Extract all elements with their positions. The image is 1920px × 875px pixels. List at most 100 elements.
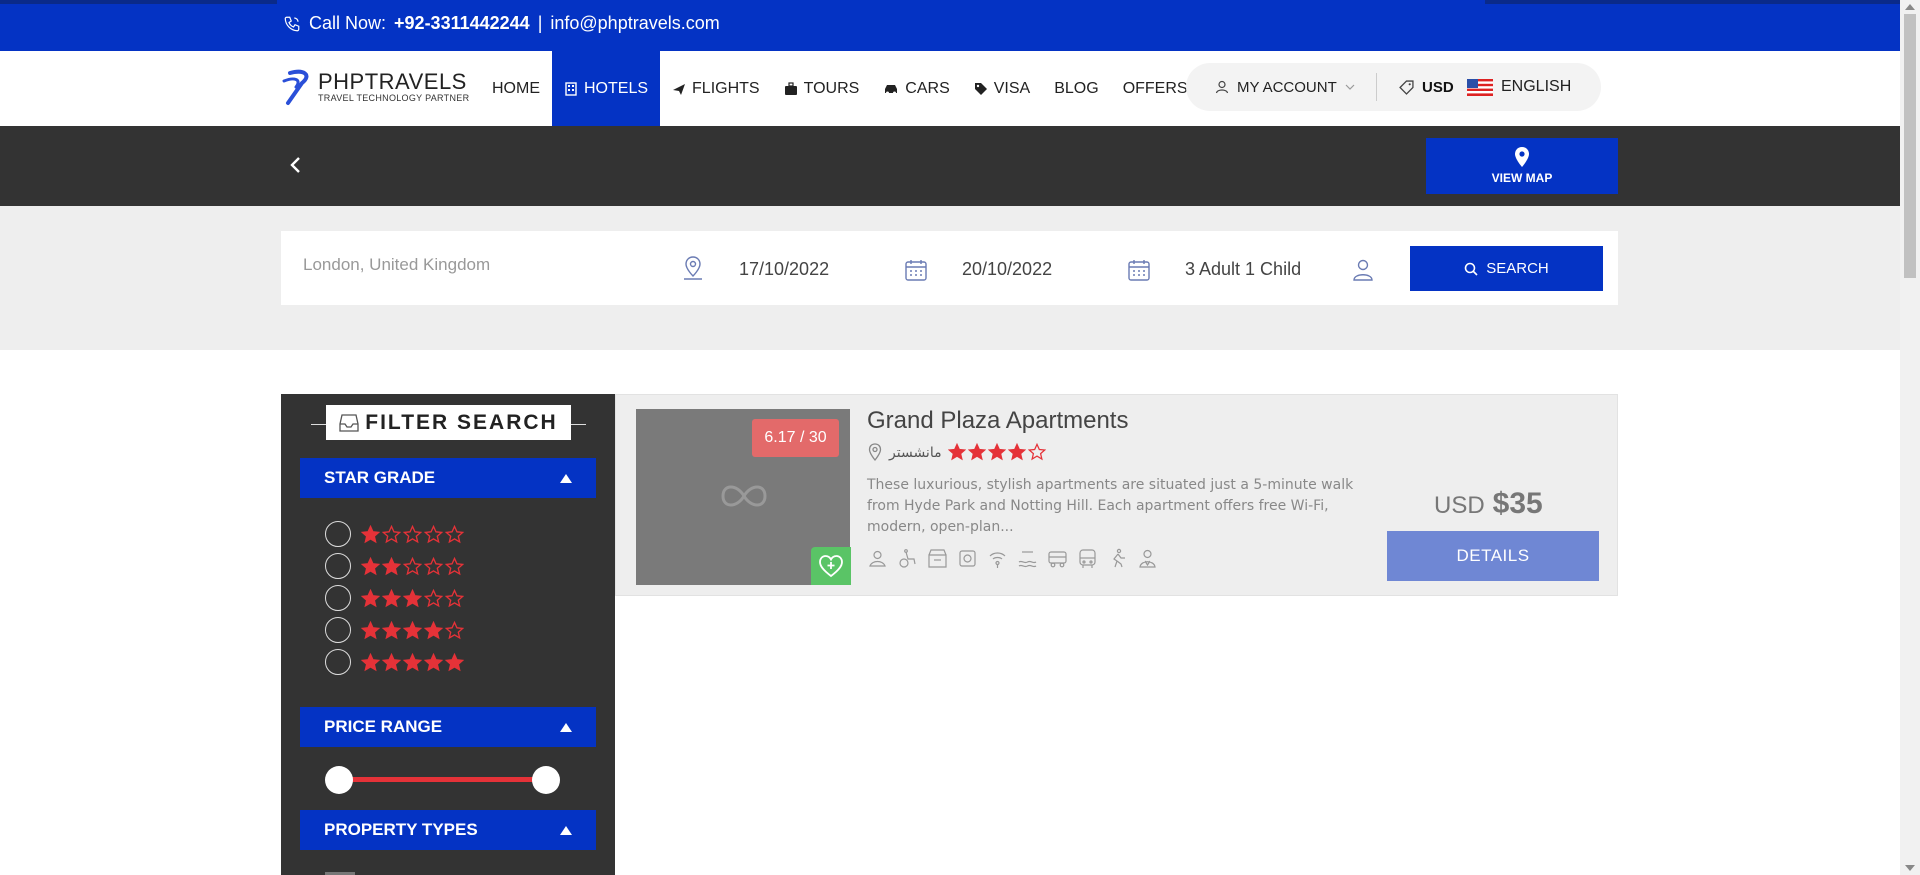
star-grade-stars	[361, 620, 464, 640]
star-grade-option-4[interactable]	[325, 615, 464, 645]
heart-plus-icon	[819, 555, 843, 578]
star-grade-stars	[361, 524, 464, 544]
star-filled-icon	[403, 588, 422, 607]
menu-tours-label: TOURS	[803, 79, 860, 97]
menu-visa-label: VISA	[993, 79, 1031, 97]
email-link[interactable]: info@phptravels.com	[550, 13, 719, 34]
menu-item-visa[interactable]: VISA	[962, 51, 1042, 126]
tag-icon	[974, 82, 987, 95]
hotel-image[interactable]: 6.17 / 30	[636, 409, 851, 585]
star-grade-radio[interactable]	[325, 617, 351, 643]
bus-icon	[1079, 549, 1096, 568]
star-filled-icon	[382, 588, 401, 607]
currency-selector[interactable]: USD	[1377, 79, 1467, 96]
details-button[interactable]: DETAILS	[1387, 531, 1599, 581]
logo-name: PHPTRAVELS	[318, 68, 467, 94]
star-grade-radio[interactable]	[325, 649, 351, 675]
contact-info: Call Now: +92-3311442244 | info@phptrave…	[283, 13, 720, 34]
star-filled-icon	[361, 524, 380, 543]
menu-item-hotels[interactable]: HOTELS	[552, 51, 661, 126]
scrollbar-thumb[interactable]	[1904, 14, 1916, 278]
site-logo[interactable]: PHPTRAVELS TRAVEL TECHNOLOGY PARTNER	[280, 67, 469, 107]
topbar-edge-right	[1485, 0, 1900, 4]
fitness-icon	[1113, 548, 1125, 568]
star-grade-stars	[361, 588, 464, 608]
page-scrollbar[interactable]	[1900, 0, 1920, 875]
hotel-search-form: London, United Kingdom 17/10/2022 20/10/…	[281, 231, 1618, 305]
star-grade-option-2[interactable]	[325, 551, 464, 581]
price-range-label: PRICE RANGE	[324, 717, 443, 736]
star-grade-radio[interactable]	[325, 521, 351, 547]
topbar-edge-left	[0, 0, 277, 4]
chevron-left-icon[interactable]	[286, 153, 306, 177]
safe-icon	[959, 550, 976, 567]
star-outline-icon	[445, 620, 464, 639]
tag-outline-icon	[1399, 79, 1414, 95]
concierge-icon	[1139, 549, 1156, 568]
checkin-date-input[interactable]: 17/10/2022	[739, 259, 829, 280]
menu-item-blog[interactable]: BLOG	[1042, 51, 1110, 126]
us-flag-icon	[1467, 78, 1493, 96]
star-grade-option-3[interactable]	[325, 583, 464, 613]
star-outline-icon	[382, 524, 401, 543]
property-types-header[interactable]: PROPERTY TYPES	[300, 810, 596, 850]
star-outline-icon	[445, 524, 464, 543]
scroll-up-arrow-icon[interactable]	[1905, 4, 1915, 10]
wheelchair-icon	[899, 549, 916, 568]
my-account-dropdown[interactable]: MY ACCOUNT	[1186, 79, 1376, 96]
location-input[interactable]: London, United Kingdom	[303, 255, 490, 275]
location-pin-icon	[868, 443, 882, 461]
star-grade-radio[interactable]	[325, 585, 351, 611]
pool-icon	[1018, 551, 1037, 568]
search-band: London, United Kingdom 17/10/2022 20/10/…	[0, 206, 1900, 350]
phone-number[interactable]: +92-3311442244	[394, 13, 530, 34]
star-filled-icon	[382, 556, 401, 575]
menu-item-cars[interactable]: CARS	[871, 51, 961, 126]
menu-item-home[interactable]: HOME	[480, 51, 552, 126]
calendar-icon[interactable]	[1127, 257, 1151, 283]
star-filled-icon	[947, 443, 966, 461]
guests-input[interactable]: 3 Adult 1 Child	[1185, 259, 1301, 280]
star-grade-option-1[interactable]	[325, 519, 464, 549]
user-icon	[1215, 80, 1229, 94]
hotel-location-row: مانشستر	[867, 443, 1046, 461]
calendar-icon[interactable]	[904, 257, 928, 283]
star-grade-radio[interactable]	[325, 553, 351, 579]
price-range-slider[interactable]	[325, 765, 560, 795]
suitcase-icon	[784, 81, 797, 95]
language-selector[interactable]: ENGLISH	[1467, 78, 1571, 96]
hotel-title[interactable]: Grand Plaza Apartments	[867, 407, 1128, 435]
star-grade-label: STAR GRADE	[324, 468, 436, 487]
filter-sidebar: FILTER SEARCH STAR GRADE PRICE RANGE PRO…	[281, 394, 615, 875]
filter-header: FILTER SEARCH	[281, 394, 615, 444]
logo-tagline: TRAVEL TECHNOLOGY PARTNER	[318, 92, 470, 103]
price-min-handle[interactable]	[325, 766, 353, 794]
my-account-label: MY ACCOUNT	[1237, 78, 1337, 96]
menu-item-flights[interactable]: FLIGHTS	[660, 51, 772, 126]
star-filled-icon	[361, 556, 380, 575]
main-menu: HOME HOTELS FLIGHTS TOURS CARS VISA BLOG…	[480, 51, 1200, 126]
rating-badge: 6.17 / 30	[752, 419, 839, 457]
view-map-button[interactable]: VIEW MAP	[1426, 138, 1618, 194]
star-filled-icon	[382, 652, 401, 671]
star-grade-option-5[interactable]	[325, 647, 464, 677]
main-navbar: PHPTRAVELS TRAVEL TECHNOLOGY PARTNER HOM…	[0, 51, 1900, 126]
star-filled-icon	[361, 588, 380, 607]
menu-item-tours[interactable]: TOURS	[772, 51, 872, 126]
star-grade-header[interactable]: STAR GRADE	[300, 458, 596, 498]
search-button[interactable]: SEARCH	[1410, 246, 1603, 291]
hotel-price: USD $35	[1434, 487, 1543, 521]
loading-infinity-icon	[721, 485, 767, 507]
phone-icon	[284, 16, 300, 31]
star-outline-icon	[1027, 443, 1046, 461]
checkout-date-input[interactable]: 20/10/2022	[962, 259, 1052, 280]
star-filled-icon	[382, 620, 401, 639]
currency-label: USD	[1422, 78, 1454, 96]
price-range-header[interactable]: PRICE RANGE	[300, 707, 596, 747]
star-filled-icon	[445, 652, 464, 671]
price-amount: $35	[1492, 487, 1543, 520]
star-filled-icon	[361, 620, 380, 639]
price-max-handle[interactable]	[532, 766, 560, 794]
scroll-down-arrow-icon[interactable]	[1905, 865, 1915, 871]
add-favorite-button[interactable]	[811, 547, 851, 585]
